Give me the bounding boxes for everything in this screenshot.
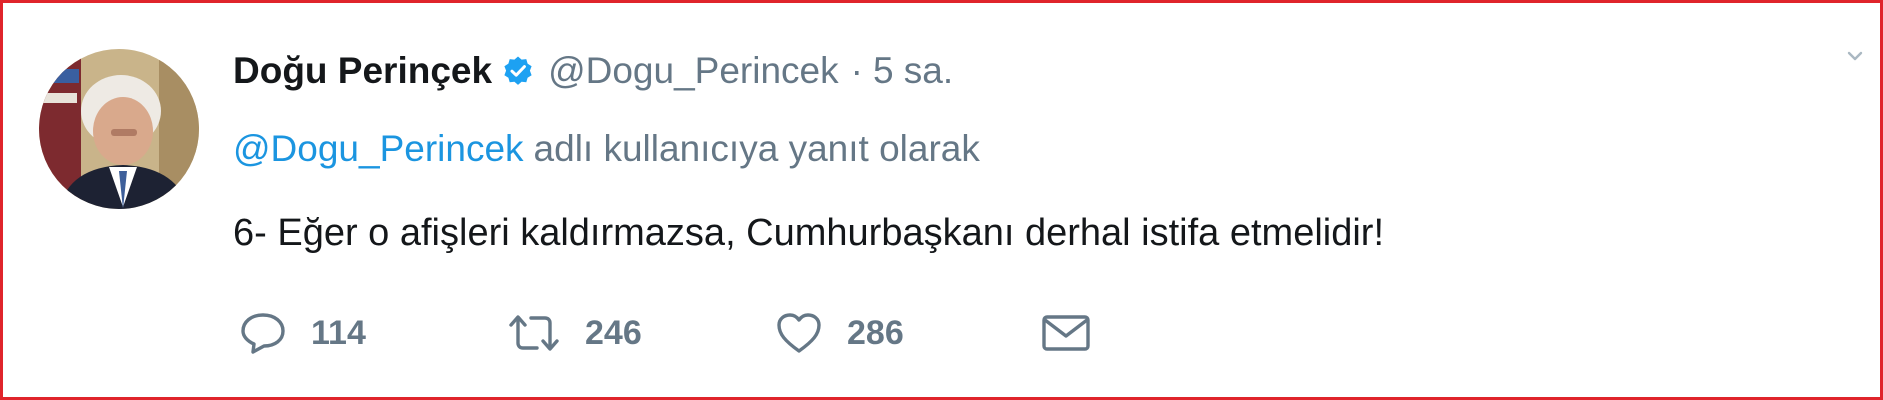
retweet-icon [507,311,561,355]
tweet-timestamp[interactable]: 5 sa. [873,50,953,92]
retweet-button[interactable]: 246 [507,303,642,363]
tweet-card: Doğu Perinçek @Dogu_Perincek · 5 sa. @Do… [0,0,1883,400]
header-separator: · [850,50,863,91]
reply-count: 114 [311,313,366,352]
author-handle[interactable]: @Dogu_Perincek [548,50,839,92]
reply-mention-link[interactable]: @Dogu_Perincek [233,128,524,170]
direct-message-button[interactable] [1041,303,1091,363]
heart-icon [775,311,823,355]
reply-icon [239,311,287,355]
envelope-icon [1041,312,1091,354]
reply-context-label: adlı kullanıcıya yanıt olarak [533,128,980,169]
tweet-header: Doğu Perinçek @Dogu_Perincek · 5 sa. [233,43,953,99]
like-count: 286 [847,313,904,352]
author-display-name[interactable]: Doğu Perinçek [233,50,492,92]
avatar-photo-icon [39,49,199,209]
tweet-actions: 114 246 286 [239,303,1139,363]
retweet-count: 246 [585,313,642,352]
reply-button[interactable]: 114 [239,303,366,363]
tweet-text: 6- Eğer o afişleri kaldırmazsa, Cumhurba… [233,211,1385,254]
reply-context: @Dogu_Perincek adlı kullanıcıya yanıt ol… [233,121,980,177]
more-options-chevron-icon[interactable] [1846,47,1864,65]
verified-badge-icon [502,55,534,87]
like-button[interactable]: 286 [775,303,904,363]
avatar[interactable] [39,49,199,209]
